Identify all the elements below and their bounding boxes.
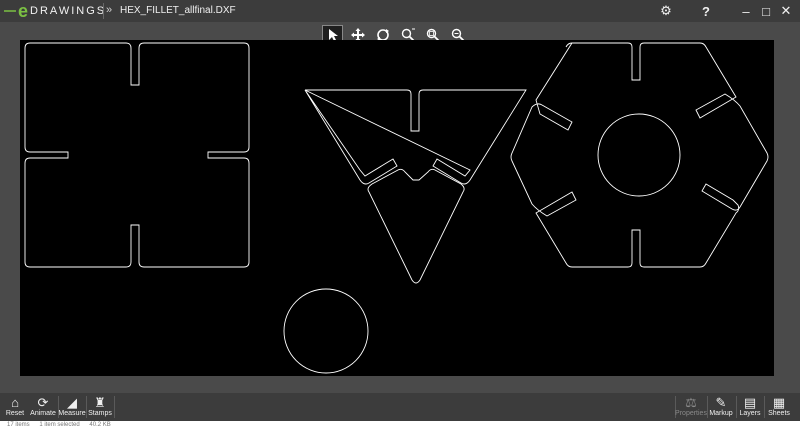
close-button[interactable]: ✕ bbox=[776, 3, 796, 19]
stamps-button[interactable]: ♜ Stamps bbox=[88, 393, 112, 421]
gear-icon[interactable]: ⚙ bbox=[656, 3, 676, 19]
cross-part bbox=[24, 42, 250, 268]
file-name-tab[interactable]: HEX_FILLET_allfinal.DXF bbox=[120, 5, 236, 16]
triangle-part bbox=[304, 89, 527, 284]
measure-icon: ◢ bbox=[67, 395, 77, 410]
layers-icon: ▤ bbox=[743, 395, 757, 410]
logo-text: DRAWINGS bbox=[30, 5, 107, 17]
properties-button[interactable]: ⚖ Properties bbox=[675, 393, 707, 421]
layers-label: Layers bbox=[739, 410, 761, 417]
file-size: 40.2 KB bbox=[89, 422, 111, 428]
window-controls: ⚙ ? – □ ✕ bbox=[656, 0, 796, 22]
sheets-icon: ▦ bbox=[772, 395, 786, 410]
sheets-button[interactable]: ▦ Sheets bbox=[766, 393, 792, 421]
animate-icon: ⟳ bbox=[37, 395, 49, 410]
markup-label: Markup bbox=[709, 410, 733, 417]
status-bar: 17 items 1 item selected 40.2 KB bbox=[0, 421, 800, 429]
markup-button[interactable]: ✎ Markup bbox=[708, 393, 734, 421]
animate-label: Animate bbox=[30, 410, 56, 417]
drawing-geometry bbox=[24, 42, 769, 374]
layers-button[interactable]: ▤ Layers bbox=[738, 393, 762, 421]
minimize-button[interactable]: – bbox=[736, 4, 756, 19]
logo-arrow-icon bbox=[4, 10, 16, 12]
title-separator bbox=[103, 3, 104, 19]
sheets-label: Sheets bbox=[768, 410, 790, 417]
hexagon-part bbox=[510, 42, 769, 268]
recent-files-chevron[interactable]: » bbox=[106, 4, 112, 16]
balance-icon: ⚖ bbox=[685, 395, 697, 410]
item-count: 17 items bbox=[7, 422, 30, 428]
stamp-icon: ♜ bbox=[94, 395, 106, 410]
selection-count: 1 item selected bbox=[39, 422, 80, 428]
drawing-canvas[interactable] bbox=[20, 40, 774, 376]
measure-label: Measure bbox=[58, 410, 86, 417]
reset-label: Reset bbox=[5, 410, 25, 417]
maximize-button[interactable]: □ bbox=[756, 4, 776, 19]
stamps-label: Stamps bbox=[88, 410, 112, 417]
circle-part bbox=[283, 288, 369, 374]
animate-button[interactable]: ⟳ Animate bbox=[29, 393, 57, 421]
bottom-toolbar: ⌂ Reset ⟳ Animate ◢ Measure ♜ Stamps ⚖ P… bbox=[0, 393, 800, 421]
edrawings-logo: e DRAWINGS bbox=[4, 2, 106, 20]
help-button[interactable]: ? bbox=[696, 4, 716, 19]
properties-label: Properties bbox=[675, 410, 707, 417]
logo-mark: e bbox=[18, 1, 29, 21]
title-bar: e DRAWINGS » HEX_FILLET_allfinal.DXF ⚙ ?… bbox=[0, 0, 800, 22]
home-icon: ⌂ bbox=[11, 395, 19, 410]
pencil-icon: ✎ bbox=[715, 395, 727, 410]
reset-button[interactable]: ⌂ Reset bbox=[4, 393, 26, 421]
measure-button[interactable]: ◢ Measure bbox=[58, 393, 86, 421]
